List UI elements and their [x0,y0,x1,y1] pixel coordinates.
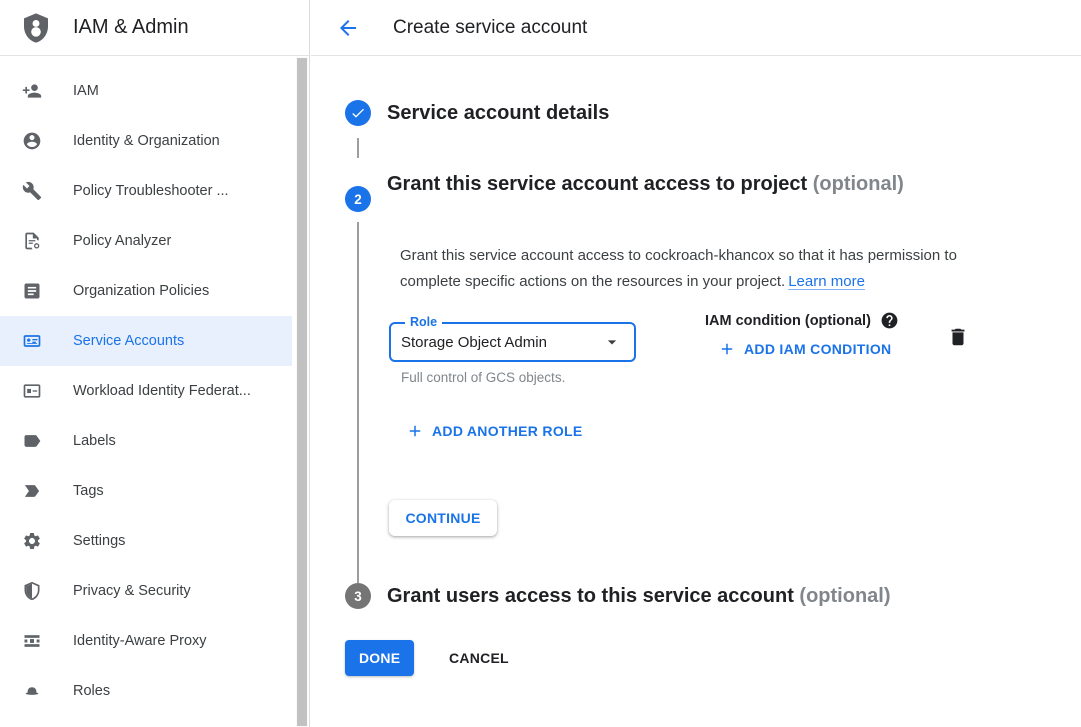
step-connector-line [357,138,359,158]
step1-complete-indicator [345,100,371,126]
arrow-tag-icon [22,481,42,501]
step3-number: 3 [354,589,362,604]
sidebar-item-label: Organization Policies [73,283,209,299]
sidebar-nav: IAM Identity & Organization Policy Trouble… [0,56,309,716]
sidebar-item-label: Privacy & Security [73,583,191,599]
document-lines-icon [22,281,42,301]
step2-title: Grant this service account access to pro… [387,173,807,195]
role-helper-text: Full control of GCS objects. [401,370,565,385]
step2-heading: Grant this service account access to pro… [387,168,907,201]
role-select[interactable]: Role Storage Object Admin [389,322,636,362]
sidebar-item-identity-organization[interactable]: Identity & Organization [0,116,292,166]
gear-icon [22,531,42,551]
done-button[interactable]: DONE [345,640,414,676]
step3-optional-label: (optional) [799,585,890,607]
sidebar-item-organization-policies[interactable]: Organization Policies [0,266,292,316]
plus-icon [406,422,424,440]
sidebar: IAM & Admin IAM Identity & Organization Po… [0,0,310,727]
iam-shield-logo-icon [20,11,52,45]
person-add-icon [22,81,42,101]
main-panel: Create service account Service account d… [311,0,1081,727]
proxy-filmstrip-icon [22,631,42,651]
hat-icon [22,681,42,701]
sidebar-item-privacy-security[interactable]: Privacy & Security [0,566,292,616]
sidebar-item-identity-aware-proxy[interactable]: Identity-Aware Proxy [0,616,292,666]
service-account-badge-icon [22,331,42,351]
wrench-icon [22,181,42,201]
sidebar-item-tags[interactable]: Tags [0,466,292,516]
step3-indicator: 3 [345,583,371,609]
chevron-down-icon [602,332,622,352]
sidebar-item-service-accounts[interactable]: Service Accounts [0,316,292,366]
sidebar-item-label: Identity-Aware Proxy [73,633,207,649]
role-selected-value: Storage Object Admin [401,334,602,351]
continue-button[interactable]: CONTINUE [389,500,497,536]
sidebar-item-roles[interactable]: Roles [0,666,292,716]
step3-title: Grant users access to this service accou… [387,585,794,607]
iam-condition-label: IAM condition (optional) [705,313,871,329]
sidebar-item-label: IAM [73,83,99,99]
check-icon [350,105,366,121]
sidebar-item-label: Tags [73,483,104,499]
step2-optional-label: (optional) [813,173,904,195]
role-field-label: Role [405,315,442,329]
main-header: Create service account [311,0,1081,56]
arrow-back-icon [336,16,360,40]
step2-description: Grant this service account access to coc… [400,243,995,295]
sidebar-item-label: Labels [73,433,116,449]
step3-heading: Grant users access to this service accou… [387,583,891,609]
sidebar-item-policy-troubleshooter[interactable]: Policy Troubleshooter ... [0,166,292,216]
sidebar-item-label: Roles [73,683,110,699]
step2-number: 2 [354,192,362,207]
plus-icon [718,340,736,358]
sidebar-item-iam[interactable]: IAM [0,66,292,116]
create-service-account-form: Service account details 2 Grant this ser… [311,56,1081,727]
add-another-role-button[interactable]: ADD ANOTHER ROLE [406,422,583,440]
sidebar-item-labels[interactable]: Labels [0,416,292,466]
help-icon[interactable] [880,311,899,330]
cancel-button[interactable]: CANCEL [441,640,517,676]
sidebar-header: IAM & Admin [0,0,309,56]
policy-analyzer-icon [22,231,42,251]
label-tag-icon [22,431,42,451]
sidebar-item-label: Policy Troubleshooter ... [73,183,229,199]
sidebar-item-label: Service Accounts [73,333,184,349]
iam-admin-console: IAM & Admin IAM Identity & Organization Po… [0,0,1081,727]
back-button[interactable] [336,16,360,40]
sidebar-item-settings[interactable]: Settings [0,516,292,566]
sidebar-item-workload-identity-federat[interactable]: Workload Identity Federat... [0,366,292,416]
sidebar-item-label: Policy Analyzer [73,233,171,249]
trash-icon [947,326,969,348]
id-card-icon [22,381,42,401]
page-title: Create service account [393,17,587,39]
account-circle-icon [22,131,42,151]
sidebar-item-label: Identity & Organization [73,133,220,149]
sidebar-scrollbar [296,57,308,727]
sidebar-scrollbar-thumb[interactable] [297,58,307,726]
step2-indicator: 2 [345,186,371,212]
iam-condition-header: IAM condition (optional) [705,311,899,330]
delete-role-button[interactable] [946,326,970,350]
step-connector-line [357,222,359,583]
step1-title: Service account details [387,100,609,126]
sidebar-item-label: Workload Identity Federat... [73,383,251,399]
sidebar-item-policy-analyzer[interactable]: Policy Analyzer [0,216,292,266]
add-iam-condition-button[interactable]: ADD IAM CONDITION [718,340,891,358]
sidebar-title: IAM & Admin [73,16,189,39]
shield-half-icon [22,581,42,601]
sidebar-item-label: Settings [73,533,125,549]
learn-more-link[interactable]: Learn more [788,273,865,290]
